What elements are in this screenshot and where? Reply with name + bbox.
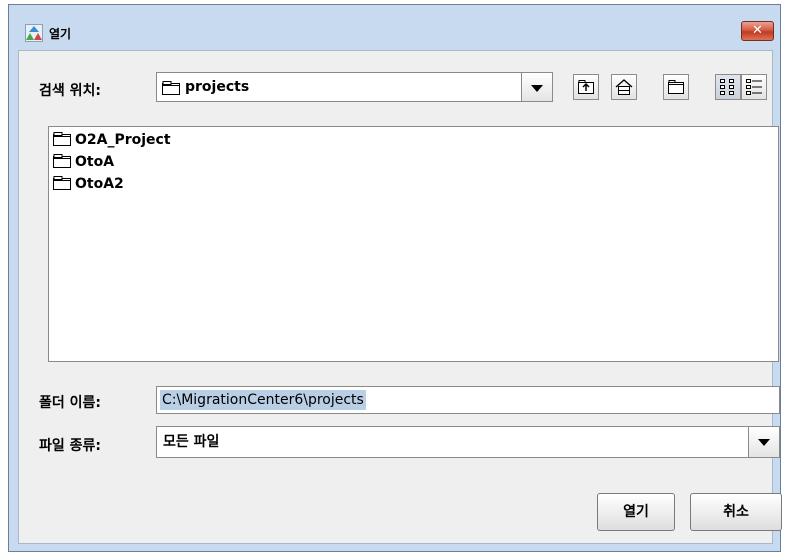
folder-icon: [53, 154, 71, 168]
new-folder-icon: [668, 80, 684, 94]
folder-name-label: 폴더 이름:: [39, 395, 101, 411]
file-type-value: 모든 파일: [163, 434, 220, 450]
look-in-combo[interactable]: projects: [156, 72, 553, 102]
new-folder-button[interactable]: [663, 74, 689, 100]
java-cup-icon: [25, 24, 43, 42]
look-in-label: 검색 위치:: [39, 83, 101, 99]
folder-name-field[interactable]: C:\MigrationCenter6\projects: [156, 386, 780, 414]
chevron-down-icon: [758, 439, 770, 446]
file-type-dropdown-button[interactable]: [748, 427, 779, 457]
file-name: OtoA2: [75, 176, 124, 192]
file-type-combo[interactable]: 모든 파일: [156, 426, 780, 458]
up-folder-icon: [578, 80, 594, 94]
up-one-level-button[interactable]: [573, 74, 599, 100]
file-type-label: 파일 종류:: [39, 438, 101, 454]
chevron-down-icon: [531, 85, 543, 92]
open-dialog-window: 열기 ✕ 검색 위치: projects O2A_Project OtoA Ot…: [8, 4, 782, 552]
details-view-button[interactable]: [741, 74, 767, 100]
folder-icon: [53, 176, 71, 190]
details-view-icon: [746, 79, 762, 95]
open-button[interactable]: 열기: [597, 493, 675, 531]
look-in-value: projects: [185, 79, 250, 95]
look-in-dropdown-button[interactable]: [521, 73, 552, 101]
folder-icon: [162, 81, 180, 95]
close-icon: ✕: [752, 23, 763, 38]
file-name: O2A_Project: [75, 132, 171, 148]
dialog-content: 검색 위치: projects O2A_Project OtoA OtoA2 폴…: [18, 50, 782, 544]
list-view-icon: [720, 79, 734, 95]
cancel-button[interactable]: 취소: [690, 493, 782, 531]
file-list[interactable]: O2A_Project OtoA OtoA2: [48, 126, 779, 362]
home-button[interactable]: [611, 74, 637, 100]
close-button[interactable]: ✕: [741, 21, 774, 41]
list-view-button[interactable]: [715, 74, 741, 100]
folder-name-value: C:\MigrationCenter6\projects: [160, 390, 366, 410]
window-title: 열기: [49, 27, 72, 41]
file-name: OtoA: [75, 154, 115, 170]
home-icon: [615, 79, 633, 95]
title-bar[interactable]: 열기 ✕: [9, 5, 780, 51]
folder-icon: [53, 132, 71, 146]
